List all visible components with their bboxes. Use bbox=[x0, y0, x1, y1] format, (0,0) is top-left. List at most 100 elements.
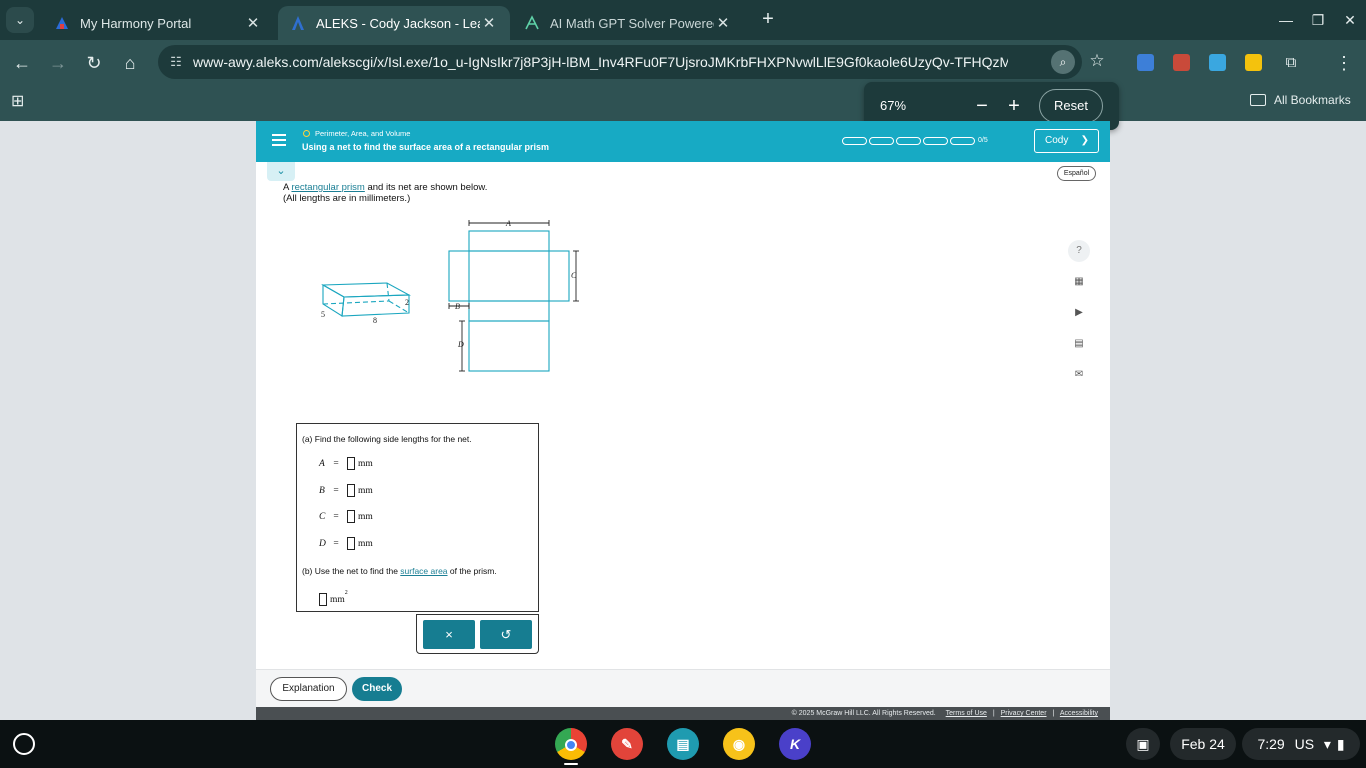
clipboard-icon[interactable]: ▣ bbox=[1126, 728, 1160, 760]
harmony-icon bbox=[56, 17, 68, 29]
net-label-c: C bbox=[571, 271, 577, 280]
copyright-text: © 2025 McGraw Hill LLC. All Rights Reser… bbox=[791, 710, 936, 717]
answer-input-c[interactable] bbox=[347, 510, 355, 523]
canvas-paint-icon[interactable]: ✎ bbox=[611, 728, 643, 760]
equals-sign: = bbox=[333, 538, 339, 549]
new-tab-icon[interactable]: + bbox=[758, 9, 778, 29]
apps-grid-icon[interactable]: ⊞ bbox=[11, 93, 29, 111]
back-icon[interactable]: ← bbox=[10, 51, 34, 75]
restore-icon[interactable]: ❐ bbox=[1308, 10, 1328, 30]
home-icon[interactable]: ⌂ bbox=[118, 51, 142, 75]
video-icon[interactable]: ▶ bbox=[1068, 302, 1090, 324]
date-tray[interactable]: Feb 24 bbox=[1170, 728, 1236, 760]
undo-button[interactable]: ↺ bbox=[480, 620, 532, 649]
zoom-in-icon[interactable]: + bbox=[1002, 94, 1026, 118]
user-menu-button[interactable]: Cody ❯ bbox=[1034, 129, 1099, 153]
separator: | bbox=[1052, 710, 1055, 717]
variable-label: B bbox=[319, 485, 325, 496]
progress-bar bbox=[842, 137, 977, 145]
check-button[interactable]: Check bbox=[352, 677, 402, 701]
status-tray[interactable]: 7:29 US ▾ ▮ bbox=[1242, 728, 1360, 760]
tab-aleks[interactable]: ALEKS - Cody Jackson - Learn ✕ bbox=[278, 6, 510, 40]
variable-label: A bbox=[319, 458, 325, 469]
answer-panel: (a) Find the following side lengths for … bbox=[296, 423, 539, 612]
prism-figure: 2 5 8 A C B D bbox=[321, 219, 579, 372]
surface-area-row: mm 2 bbox=[319, 589, 348, 606]
forward-icon[interactable]: → bbox=[46, 51, 70, 75]
mail-icon[interactable]: ✉ bbox=[1068, 364, 1090, 386]
answer-input-a[interactable] bbox=[347, 457, 355, 470]
progress-segment bbox=[896, 137, 921, 145]
extension-icon[interactable] bbox=[1173, 54, 1190, 71]
clear-button[interactable]: × bbox=[423, 620, 475, 649]
topic-text: Perimeter, Area, and Volume bbox=[315, 129, 411, 138]
launcher-icon[interactable] bbox=[13, 733, 35, 755]
extensions-puzzle-icon[interactable]: ⧉ bbox=[1279, 51, 1303, 75]
tab-search-icon[interactable]: ⌄ bbox=[6, 7, 34, 33]
answer-input-d[interactable] bbox=[347, 537, 355, 550]
separator: | bbox=[992, 710, 995, 717]
privacy-link[interactable]: Privacy Center bbox=[1001, 710, 1047, 717]
espanol-button[interactable]: Español bbox=[1057, 166, 1096, 181]
explanation-button[interactable]: Explanation bbox=[270, 677, 347, 701]
close-icon[interactable]: ✕ bbox=[244, 14, 262, 32]
all-bookmarks[interactable]: All Bookmarks bbox=[1250, 93, 1351, 107]
browser-toolbar: ← → ↻ ⌂ ☷ www-awy.aleks.com/alekscgi/x/I… bbox=[0, 40, 1366, 85]
chrome-icon[interactable] bbox=[555, 728, 587, 760]
minimize-icon[interactable]: — bbox=[1276, 10, 1296, 30]
hamburger-menu-icon[interactable] bbox=[268, 131, 290, 151]
tab-strip: ⌄ My Harmony Portal ✕ ALEKS - Cody Jacks… bbox=[0, 0, 1366, 40]
menu-kebab-icon[interactable]: ⋮ bbox=[1332, 51, 1356, 75]
kami-icon[interactable]: K bbox=[779, 728, 811, 760]
extension-icon[interactable] bbox=[1137, 54, 1154, 71]
progress-segment bbox=[869, 137, 894, 145]
extension-icon[interactable] bbox=[1245, 54, 1262, 71]
unit-exponent: 2 bbox=[344, 589, 348, 596]
ebook-icon[interactable]: ▤ bbox=[1068, 333, 1090, 355]
zoom-reset-button[interactable]: Reset bbox=[1039, 89, 1103, 123]
variable-label: C bbox=[319, 511, 326, 522]
terms-link[interactable]: Terms of Use bbox=[946, 710, 987, 717]
zoom-out-icon[interactable]: − bbox=[970, 94, 994, 118]
close-icon[interactable]: ✕ bbox=[480, 14, 498, 32]
tab-harmony[interactable]: My Harmony Portal ✕ bbox=[42, 6, 274, 40]
close-window-icon[interactable]: ✕ bbox=[1340, 10, 1360, 30]
active-app-indicator bbox=[564, 763, 578, 765]
question-footer: Explanation Check bbox=[256, 669, 1110, 707]
collapse-chevron-icon[interactable]: ⌄ bbox=[267, 162, 295, 181]
answer-keypad: × ↺ bbox=[416, 614, 539, 654]
unit-label: mm bbox=[358, 538, 373, 549]
tab-mathgpt[interactable]: AI Math GPT Solver Powered by ✕ bbox=[512, 6, 744, 40]
surface-area-input[interactable] bbox=[319, 593, 327, 606]
answer-row-d: D = mm bbox=[319, 537, 373, 550]
site-info-icon[interactable]: ☷ bbox=[166, 52, 186, 72]
url-text[interactable]: www-awy.aleks.com/alekscgi/x/Isl.exe/1o_… bbox=[193, 45, 1008, 79]
part-a-prompt: (a) Find the following side lengths for … bbox=[302, 434, 472, 444]
close-icon[interactable]: ✕ bbox=[714, 14, 732, 32]
part-b-text: (b) Use the net to find the bbox=[302, 566, 401, 576]
question-text-part: and its net are shown below. bbox=[364, 182, 488, 193]
accessibility-link[interactable]: Accessibility bbox=[1060, 710, 1098, 717]
reload-icon[interactable]: ↻ bbox=[82, 51, 106, 75]
help-icon[interactable]: ? bbox=[1068, 240, 1090, 262]
bookmark-star-icon[interactable]: ☆ bbox=[1087, 51, 1107, 73]
calculator-icon[interactable]: ▦ bbox=[1068, 271, 1090, 293]
net-label-a: A bbox=[505, 219, 511, 228]
bookmarks-bar: ⊞ All Bookmarks bbox=[0, 85, 1366, 121]
address-bar[interactable]: ☷ www-awy.aleks.com/alekscgi/x/Isl.exe/1… bbox=[158, 45, 1082, 79]
unit-label: mm bbox=[330, 594, 345, 605]
battery-icon: ▮ bbox=[1336, 736, 1345, 752]
keep-icon[interactable]: ◉ bbox=[723, 728, 755, 760]
equals-sign: = bbox=[333, 458, 339, 469]
rectangular-prism-link[interactable]: rectangular prism bbox=[291, 182, 364, 193]
clock: 7:29 bbox=[1257, 736, 1285, 752]
part-b-prompt: (b) Use the net to find the surface area… bbox=[302, 566, 497, 576]
wifi-icon: ▾ bbox=[1323, 736, 1331, 752]
cloud-extension-icon[interactable] bbox=[1209, 54, 1226, 71]
net-label-b: B bbox=[455, 302, 460, 311]
answer-input-b[interactable] bbox=[347, 484, 355, 497]
surface-area-link[interactable]: surface area bbox=[400, 566, 447, 576]
zoom-icon[interactable]: ⌕ bbox=[1051, 50, 1075, 74]
news-reader-icon[interactable]: ▤ bbox=[667, 728, 699, 760]
copyright-bar: © 2025 McGraw Hill LLC. All Rights Reser… bbox=[256, 707, 1110, 720]
